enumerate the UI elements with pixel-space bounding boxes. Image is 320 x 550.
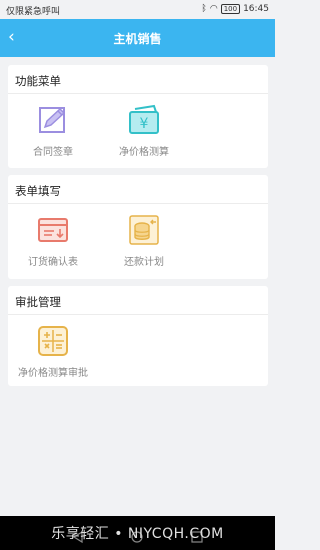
status-bar: 仅限紧急呼叫 ᛒ ◠ 100 16:45 [0,0,275,19]
menu-item-order-confirm[interactable]: 订货确认表 [8,213,98,268]
wifi-icon: ◠ [209,4,218,14]
section-form-fill: 表单填写 订货确认表 还款计划 [8,175,268,279]
menu-item-contract-sign[interactable]: 合同签章 [8,103,98,158]
divider [8,93,268,94]
order-form-icon [38,218,68,242]
section-title: 审批管理 [15,295,61,309]
divider [8,314,268,315]
item-label: 净价格测算 [119,147,169,158]
item-label: 合同签章 [33,147,73,158]
section-approval: 审批管理 净价格测算审批 [8,286,268,386]
menu-item-repayment-plan[interactable]: 还款计划 [99,213,189,268]
svg-text:¥: ¥ [140,116,149,132]
battery-icon: 100 [220,4,241,14]
clock: 16:45 [243,4,269,14]
item-label: 净价格测算审批 [18,368,88,379]
menu-item-net-price-calc[interactable]: ¥ 净价格测算 [99,103,189,158]
divider [8,203,268,204]
carrier-text: 仅限紧急呼叫 [6,7,61,17]
bluetooth-icon: ᛒ [201,4,207,14]
app-header: ‹ 主机销售 [0,19,275,57]
yen-wallet-icon: ¥ [129,104,159,134]
item-label: 订货确认表 [28,257,78,268]
system-nav-bar: 乐享轻汇 • NIYCQH.COM [0,516,275,550]
section-function-menu: 功能菜单 合同签章 ¥ 净价格测算 [8,65,268,168]
page-title: 主机销售 [113,32,162,46]
status-icons: ᛒ ◠ 100 16:45 [201,4,269,14]
item-label: 还款计划 [124,257,164,268]
coin-stack-icon [129,215,159,245]
watermark: 乐享轻汇 • NIYCQH.COM [51,526,224,542]
section-title: 表单填写 [15,184,61,198]
pen-edit-icon [39,107,66,133]
menu-item-net-price-approval[interactable]: 净价格测算审批 [8,324,98,379]
calculator-icon [38,326,68,356]
section-title: 功能菜单 [15,74,61,88]
